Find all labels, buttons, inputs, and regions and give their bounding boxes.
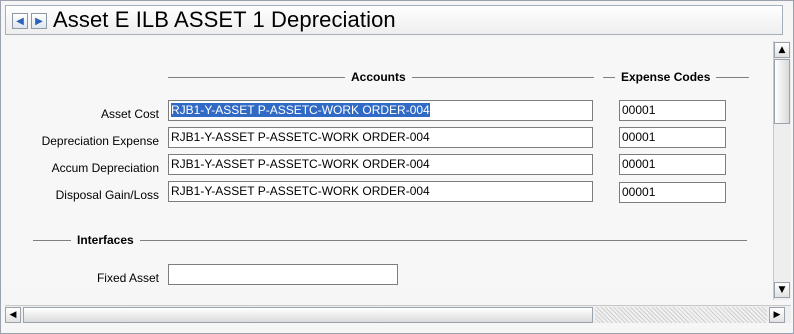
vertical-scroll-thumb[interactable] <box>774 59 790 124</box>
interfaces-rule <box>33 240 747 241</box>
triangle-up-icon: ▲ <box>778 45 786 55</box>
triangle-right-icon: ▶ <box>773 310 781 320</box>
triangle-left-icon: ◀ <box>9 310 17 320</box>
depreciation-expense-expense-code-field[interactable]: 00001 <box>619 127 726 148</box>
triangle-right-icon: ▶ <box>35 15 43 27</box>
asset-cost-label: Asset Cost <box>100 107 159 121</box>
disposal-gain-loss-expense-code-field[interactable]: 00001 <box>619 182 726 203</box>
disposal-gain-loss-account-field[interactable]: RJB1-Y-ASSET P-ASSETC-WORK ORDER-004 <box>168 181 593 202</box>
vertical-scrollbar[interactable]: ▲ ▼ <box>773 41 791 300</box>
fixed-asset-label: Fixed Asset <box>96 271 159 285</box>
form-content: Accounts Expense Codes Asset Cost RJB1-Y… <box>5 41 773 288</box>
title-bar: ◀ ▶ Asset E ILB ASSET 1 Depreciation <box>5 5 783 35</box>
accum-depreciation-account-field[interactable]: RJB1-Y-ASSET P-ASSETC-WORK ORDER-004 <box>168 154 593 175</box>
horizontal-scroll-thumb[interactable] <box>23 307 593 323</box>
depreciation-expense-account-field[interactable]: RJB1-Y-ASSET P-ASSETC-WORK ORDER-004 <box>168 127 593 148</box>
window-title: Asset E ILB ASSET 1 Depreciation <box>53 7 396 32</box>
accounts-header: Accounts <box>345 70 412 84</box>
accum-depreciation-expense-code-field[interactable]: 00001 <box>619 154 726 175</box>
horizontal-scroll-track[interactable] <box>595 307 767 323</box>
next-record-button[interactable]: ▶ <box>31 13 47 29</box>
asset-cost-account-value: RJB1-Y-ASSET P-ASSETC-WORK ORDER-004 <box>171 103 430 117</box>
triangle-left-icon: ◀ <box>16 15 24 27</box>
scroll-down-button[interactable]: ▼ <box>774 282 790 298</box>
scroll-right-button[interactable]: ▶ <box>769 307 785 323</box>
expense-codes-header: Expense Codes <box>615 70 717 84</box>
asset-depreciation-window: ◀ ▶ Asset E ILB ASSET 1 Depreciation Acc… <box>0 0 794 334</box>
scroll-up-button[interactable]: ▲ <box>774 42 790 58</box>
previous-record-button[interactable]: ◀ <box>12 13 28 29</box>
asset-cost-expense-code-field[interactable]: 00001 <box>619 100 726 121</box>
disposal-gain-loss-label: Disposal Gain/Loss <box>55 188 159 202</box>
scroll-left-button[interactable]: ◀ <box>5 307 21 323</box>
horizontal-scrollbar[interactable]: ◀ ▶ <box>5 305 791 323</box>
triangle-down-icon: ▼ <box>778 285 786 295</box>
depreciation-expense-label: Depreciation Expense <box>41 134 159 148</box>
interfaces-header: Interfaces <box>71 233 140 247</box>
accum-depreciation-label: Accum Depreciation <box>51 161 159 175</box>
fixed-asset-field[interactable] <box>168 264 398 285</box>
asset-cost-account-field[interactable]: RJB1-Y-ASSET P-ASSETC-WORK ORDER-004 <box>168 100 593 121</box>
